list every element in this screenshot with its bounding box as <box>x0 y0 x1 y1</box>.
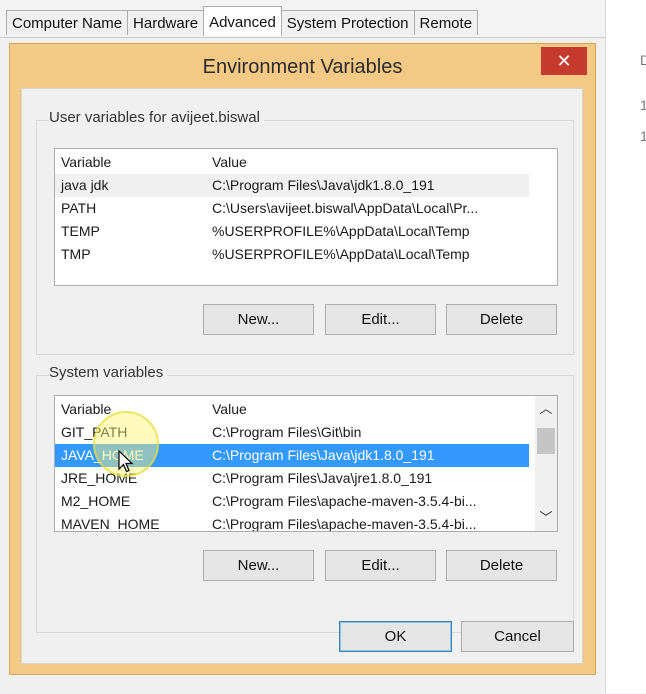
vertical-scrollbar[interactable]: ︿ ﹀ <box>535 396 557 531</box>
column-header-value[interactable]: Value <box>212 149 247 176</box>
variable-value: C:\Program Files\apache-maven-3.5.4-bi..… <box>212 493 477 509</box>
tab-advanced[interactable]: Advanced <box>203 6 282 36</box>
variable-name: TMP <box>61 246 91 262</box>
list-item[interactable]: TEMP %USERPROFILE%\AppData\Local\Temp <box>55 220 557 243</box>
user-variables-list[interactable]: Variable Value java jdk C:\Program Files… <box>54 148 558 286</box>
variable-name: java jdk <box>61 177 109 193</box>
system-edit-button[interactable]: Edit... <box>325 550 436 581</box>
dialog-title: Environment Variables <box>202 56 403 78</box>
user-variables-label: User variables for avijeet.biswal <box>49 109 264 126</box>
dialog-client-area: User variables for avijeet.biswal Variab… <box>21 88 583 664</box>
variable-value: C:\Program Files\Java\jre1.8.0_191 <box>212 470 433 486</box>
list-item[interactable]: java jdk C:\Program Files\Java\jdk1.8.0_… <box>55 174 529 197</box>
list-item[interactable]: M2_HOME C:\Program Files\apache-maven-3.… <box>55 490 529 513</box>
list-item[interactable]: PATH C:\Users\avijeet.biswal\AppData\Loc… <box>55 197 557 220</box>
mouse-pointer-icon <box>118 450 134 473</box>
list-item[interactable]: MAVEN_HOME C:\Program Files\apache-maven… <box>55 513 529 532</box>
variable-name: M2_HOME <box>61 493 131 509</box>
background-text: 1 <box>640 97 646 113</box>
variable-name: TEMP <box>61 223 100 239</box>
column-header-variable[interactable]: Variable <box>61 149 111 176</box>
variable-value: %USERPROFILE%\AppData\Local\Temp <box>212 223 470 239</box>
system-new-button[interactable]: New... <box>203 550 314 581</box>
close-icon: ✕ <box>556 51 572 71</box>
variable-value: C:\Users\avijeet.biswal\AppData\Local\Pr… <box>212 200 479 216</box>
user-variables-group: User variables for avijeet.biswal Variab… <box>36 109 574 355</box>
variable-name: PATH <box>61 200 97 216</box>
user-edit-button[interactable]: Edit... <box>325 304 436 335</box>
variable-name: MAVEN_HOME <box>61 516 160 532</box>
variable-value: %USERPROFILE%\AppData\Local\Temp <box>212 246 470 262</box>
tab-computer-name[interactable]: Computer Name <box>6 10 129 35</box>
column-header-value[interactable]: Value <box>212 396 247 423</box>
environment-variables-dialog: Environment Variables ✕ User variables f… <box>9 43 596 675</box>
scrollbar-thumb[interactable] <box>537 428 555 454</box>
cancel-button[interactable]: Cancel <box>461 621 574 652</box>
variable-value: C:\Program Files\Java\jdk1.8.0_191 <box>212 447 435 463</box>
variable-value: C:\Program Files\Java\jdk1.8.0_191 <box>212 177 435 193</box>
background-text: D <box>640 52 646 68</box>
system-variables-label: System variables <box>49 364 168 381</box>
variable-value: C:\Program Files\Git\bin <box>212 424 362 440</box>
user-new-button[interactable]: New... <box>203 304 314 335</box>
tab-remote[interactable]: Remote <box>413 10 479 35</box>
tab-strip: Computer Name Hardware Advanced System P… <box>6 6 479 37</box>
background-window: D 1 1 <box>605 0 646 693</box>
variable-value: C:\Program Files\apache-maven-3.5.4-bi..… <box>212 516 477 532</box>
system-delete-button[interactable]: Delete <box>446 550 557 581</box>
list-item[interactable]: TMP %USERPROFILE%\AppData\Local\Temp <box>55 243 557 266</box>
list-header: Variable Value <box>55 149 557 174</box>
tab-system-protection[interactable]: System Protection <box>280 10 415 35</box>
scroll-up-arrow-icon[interactable]: ︿ <box>535 398 557 420</box>
background-text: 1 <box>640 128 646 144</box>
scroll-down-arrow-icon[interactable]: ﹀ <box>535 507 557 529</box>
user-delete-button[interactable]: Delete <box>446 304 557 335</box>
close-button[interactable]: ✕ <box>541 47 587 75</box>
ok-button[interactable]: OK <box>339 621 452 652</box>
tab-hardware[interactable]: Hardware <box>127 10 205 35</box>
